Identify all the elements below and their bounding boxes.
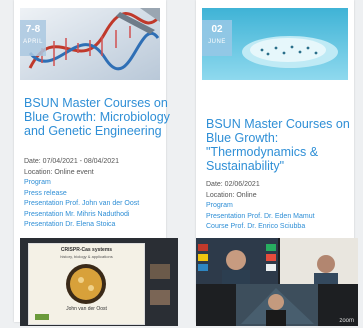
webinar-screenshot-video-grid: zoom <box>196 238 358 326</box>
event-title-link[interactable]: BSUN Master Courses on Blue Growth: Micr… <box>24 96 174 138</box>
event-meta: Date: 02/06/2021 Location: Online Progra… <box>206 180 356 233</box>
webinar-screenshot-slide: CRISPR-Cas systems history, biology & ap… <box>20 238 178 326</box>
event-date: Date: 02/06/2021 <box>206 181 260 188</box>
event-location: Location: Online <box>206 191 257 199</box>
press-release-link[interactable]: Press release <box>24 189 174 200</box>
date-badge: 02 JUNE <box>202 20 232 56</box>
participant-video-tile <box>150 290 170 305</box>
presentation-van-der-oost-link[interactable]: Presentation Prof. John van der Oost <box>24 199 174 210</box>
badge-month: JUNE <box>208 39 226 45</box>
slide-speaker-name: John van der Oost <box>66 306 107 312</box>
dna-thumbnail-image[interactable]: 7-8 APRIL <box>20 8 160 80</box>
event-date: Date: 07/04/2021 - 08/04/2021 <box>24 158 119 165</box>
program-link[interactable]: Program <box>206 201 356 212</box>
presentation-naduthodi-link[interactable]: Presentation Mr. Mihris Naduthodi <box>24 210 174 221</box>
badge-day: 7-8 <box>25 24 41 35</box>
presentation-mamut-link[interactable]: Presentation Prof. Dr. Eden Mamut <box>206 212 356 223</box>
course-sciubba-link[interactable]: Course Prof. Dr. Enrico Sciubba <box>206 222 356 233</box>
badge-day: 02 <box>211 24 223 35</box>
video-grid-icon <box>196 238 358 326</box>
program-link[interactable]: Program <box>24 178 174 189</box>
presentation-slide: CRISPR-Cas systems history, biology & ap… <box>28 243 145 325</box>
date-badge: 7-8 APRIL <box>20 20 46 56</box>
solar-pond-thumbnail-image[interactable]: 02 JUNE <box>202 8 348 80</box>
zoom-watermark: zoom <box>339 318 354 324</box>
participant-video-tile <box>150 264 170 279</box>
petri-dish-icon <box>35 264 106 320</box>
presentation-stoica-link[interactable]: Presentation Dr. Elena Stoica <box>24 220 174 231</box>
event-location: Location: Online event <box>24 168 94 176</box>
badge-month: APRIL <box>23 39 43 45</box>
event-meta: Date: 07/04/2021 - 08/04/2021 Location: … <box>24 157 174 231</box>
event-title-link[interactable]: BSUN Master Courses on Blue Growth: "The… <box>206 117 352 173</box>
